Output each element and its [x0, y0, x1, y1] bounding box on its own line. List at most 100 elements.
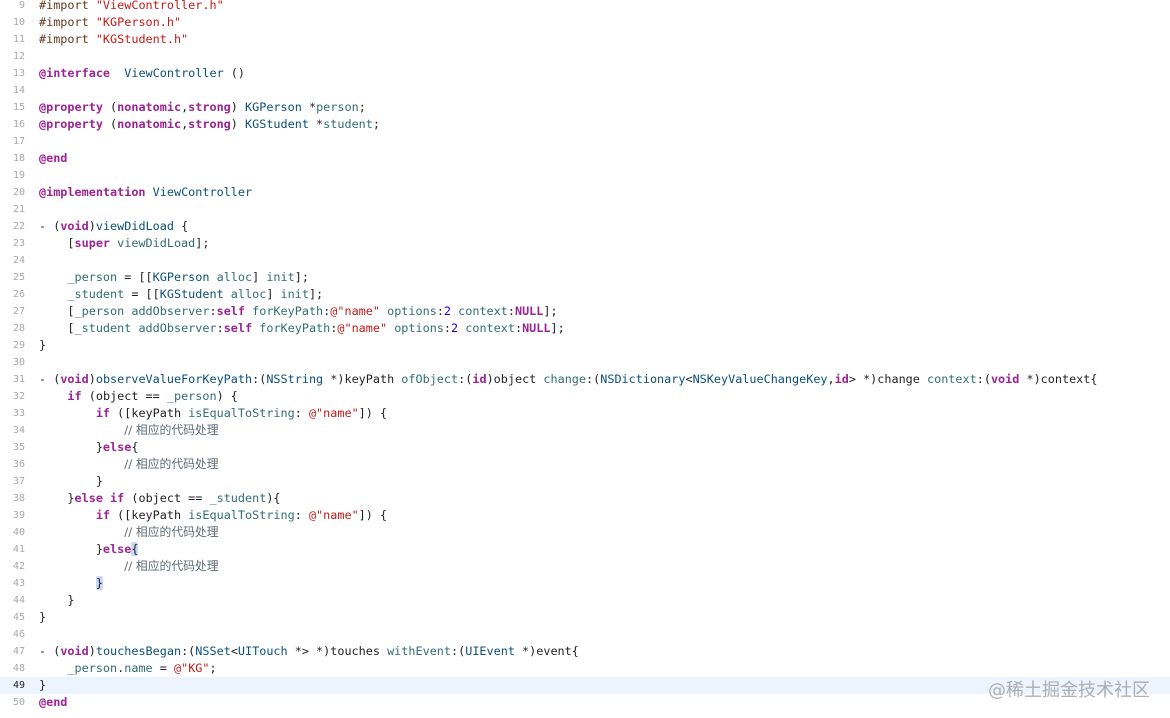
- code-text[interactable]: // 相应的代码处理: [39, 558, 218, 575]
- code-line[interactable]: 48 _person.name = @"KG";: [0, 660, 1170, 677]
- code-token: if: [110, 491, 125, 505]
- code-line[interactable]: 9 #import "ViewController.h": [0, 0, 1170, 14]
- code-text[interactable]: - (void)viewDidLoad {: [39, 218, 188, 235]
- code-text[interactable]: @interface ViewController (): [39, 65, 245, 82]
- code-text[interactable]: #import "ViewController.h": [39, 0, 224, 14]
- code-token: NSString: [266, 372, 324, 386]
- code-line[interactable]: 39 if ([keyPath isEqualToString: @"name"…: [0, 507, 1170, 524]
- code-text[interactable]: }: [39, 337, 46, 354]
- code-line[interactable]: 31- (void)observeValueForKeyPath:(NSStri…: [0, 371, 1170, 388]
- code-token: :: [209, 304, 217, 318]
- code-token: "KGStudent.h": [95, 32, 189, 46]
- code-text[interactable]: if (object == _person) {: [39, 388, 237, 405]
- code-token: void: [60, 644, 89, 658]
- code-text[interactable]: // 相应的代码处理: [39, 524, 218, 541]
- code-text[interactable]: @end: [39, 694, 67, 711]
- code-line[interactable]: 21: [0, 201, 1170, 218]
- code-token: :: [443, 321, 452, 335]
- code-line[interactable]: 14: [0, 82, 1170, 99]
- code-line[interactable]: 17: [0, 133, 1170, 150]
- code-token: addObserver: [131, 304, 210, 318]
- code-text[interactable]: #import "KGStudent.h": [39, 31, 188, 48]
- code-line[interactable]: 47- (void)touchesBegan:(NSSet<UITouch *>…: [0, 643, 1170, 660]
- code-line[interactable]: 44 }: [0, 592, 1170, 609]
- code-token: ]: [252, 270, 267, 284]
- code-line[interactable]: 15 @property (nonatomic,strong) KGPerson …: [0, 99, 1170, 116]
- code-text[interactable]: }: [39, 592, 74, 609]
- code-text[interactable]: }: [39, 609, 46, 626]
- code-line[interactable]: 16 @property (nonatomic,strong) KGStudent…: [0, 116, 1170, 133]
- code-line[interactable]: 23 [super viewDidLoad];: [0, 235, 1170, 252]
- code-line[interactable]: 19: [0, 167, 1170, 184]
- code-token: :(: [976, 372, 991, 386]
- code-token: }: [39, 610, 47, 624]
- code-token: forKeyPath: [252, 304, 324, 318]
- code-line[interactable]: 12: [0, 48, 1170, 65]
- code-token: NULL: [522, 321, 551, 335]
- line-number: 25: [12, 272, 25, 283]
- code-text[interactable]: if ([keyPath isEqualToString: @"name"]) …: [39, 507, 387, 524]
- code-text[interactable]: }else if (object == _student){: [39, 490, 280, 507]
- code-text[interactable]: // 相应的代码处理: [39, 456, 219, 473]
- code-editor[interactable]: 9 #import "ViewController.h" 10 #import "KG…: [0, 0, 1170, 711]
- code-line[interactable]: 45}: [0, 609, 1170, 626]
- code-text[interactable]: [_person addObserver:self forKeyPath:@"n…: [39, 303, 557, 320]
- code-text[interactable]: @property (nonatomic,strong) KGStudent *…: [39, 116, 380, 133]
- code-text[interactable]: [_student addObserver:self forKeyPath:@"…: [39, 320, 564, 337]
- code-line[interactable]: 38 }else if (object == _student){: [0, 490, 1170, 507]
- code-text[interactable]: if ([keyPath isEqualToString: @"name"]) …: [39, 405, 387, 422]
- code-text[interactable]: - (void)touchesBegan:(NSSet<UITouch *> *…: [39, 643, 579, 660]
- code-token: (): [223, 66, 245, 80]
- code-line[interactable]: 33 if ([keyPath isEqualToString: @"name"…: [0, 405, 1170, 422]
- code-comment: // 相应的代码处理: [124, 457, 219, 471]
- code-line[interactable]: 42 // 相应的代码处理: [0, 558, 1170, 575]
- code-line[interactable]: 10 #import "KGPerson.h": [0, 14, 1170, 31]
- line-number: 33: [12, 408, 25, 419]
- code-text[interactable]: _person = [[KGPerson alloc] init];: [39, 269, 309, 286]
- code-text[interactable]: _student = [[KGStudent alloc] init];: [39, 286, 323, 303]
- code-text[interactable]: }: [39, 473, 103, 490]
- code-line[interactable]: 25 _person = [[KGPerson alloc] init];: [0, 269, 1170, 286]
- code-token: isEqualToString: [188, 508, 295, 522]
- code-text[interactable]: _person.name = @"KG";: [39, 660, 216, 677]
- code-line[interactable]: 41 }else{: [0, 541, 1170, 558]
- code-line[interactable]: 35 }else{: [0, 439, 1170, 456]
- code-line[interactable]: 34 // 相应的代码处理: [0, 422, 1170, 439]
- code-line[interactable]: 26 _student = [[KGStudent alloc] init];: [0, 286, 1170, 303]
- code-line[interactable]: 37 }: [0, 473, 1170, 490]
- code-token: #import: [39, 32, 96, 46]
- code-line[interactable]: 29}: [0, 337, 1170, 354]
- code-line[interactable]: 30: [0, 354, 1170, 371]
- code-line[interactable]: 36 // 相应的代码处理: [0, 456, 1170, 473]
- code-token: change: [543, 372, 587, 386]
- code-line[interactable]: 27 [_person addObserver:self forKeyPath:…: [0, 303, 1170, 320]
- code-text[interactable]: [super viewDidLoad];: [39, 235, 209, 252]
- code-text[interactable]: - (void)observeValueForKeyPath:(NSString…: [39, 371, 1098, 388]
- code-line[interactable]: 40 // 相应的代码处理: [0, 524, 1170, 541]
- code-line[interactable]: 28 [_student addObserver:self forKeyPath…: [0, 320, 1170, 337]
- code-text[interactable]: }else{: [39, 541, 139, 558]
- code-text[interactable]: @end: [39, 150, 67, 167]
- code-line[interactable]: 32 if (object == _person) {: [0, 388, 1170, 405]
- code-text[interactable]: }else{: [39, 439, 139, 456]
- code-line[interactable]: 22 - (void)viewDidLoad {: [0, 218, 1170, 235]
- code-line[interactable]: 18 @end: [0, 150, 1170, 167]
- code-line[interactable]: 43 }: [0, 575, 1170, 592]
- code-line[interactable]: 13 @interface ViewController (): [0, 65, 1170, 82]
- line-number: 43: [12, 578, 25, 589]
- code-line[interactable]: 11 #import "KGStudent.h": [0, 31, 1170, 48]
- code-text[interactable]: }: [39, 677, 46, 694]
- code-text[interactable]: #import "KGPerson.h": [39, 14, 181, 31]
- code-line[interactable]: 20 @implementation ViewController: [0, 184, 1170, 201]
- code-text[interactable]: @property (nonatomic,strong) KGPerson *p…: [39, 99, 366, 116]
- line-number: 37: [12, 476, 25, 487]
- code-text[interactable]: @implementation ViewController: [39, 184, 252, 201]
- code-text[interactable]: // 相应的代码处理: [39, 422, 218, 439]
- code-line[interactable]: 46: [0, 626, 1170, 643]
- code-line[interactable]: 24: [0, 252, 1170, 269]
- code-text[interactable]: }: [39, 575, 103, 592]
- code-token: ): [88, 219, 96, 233]
